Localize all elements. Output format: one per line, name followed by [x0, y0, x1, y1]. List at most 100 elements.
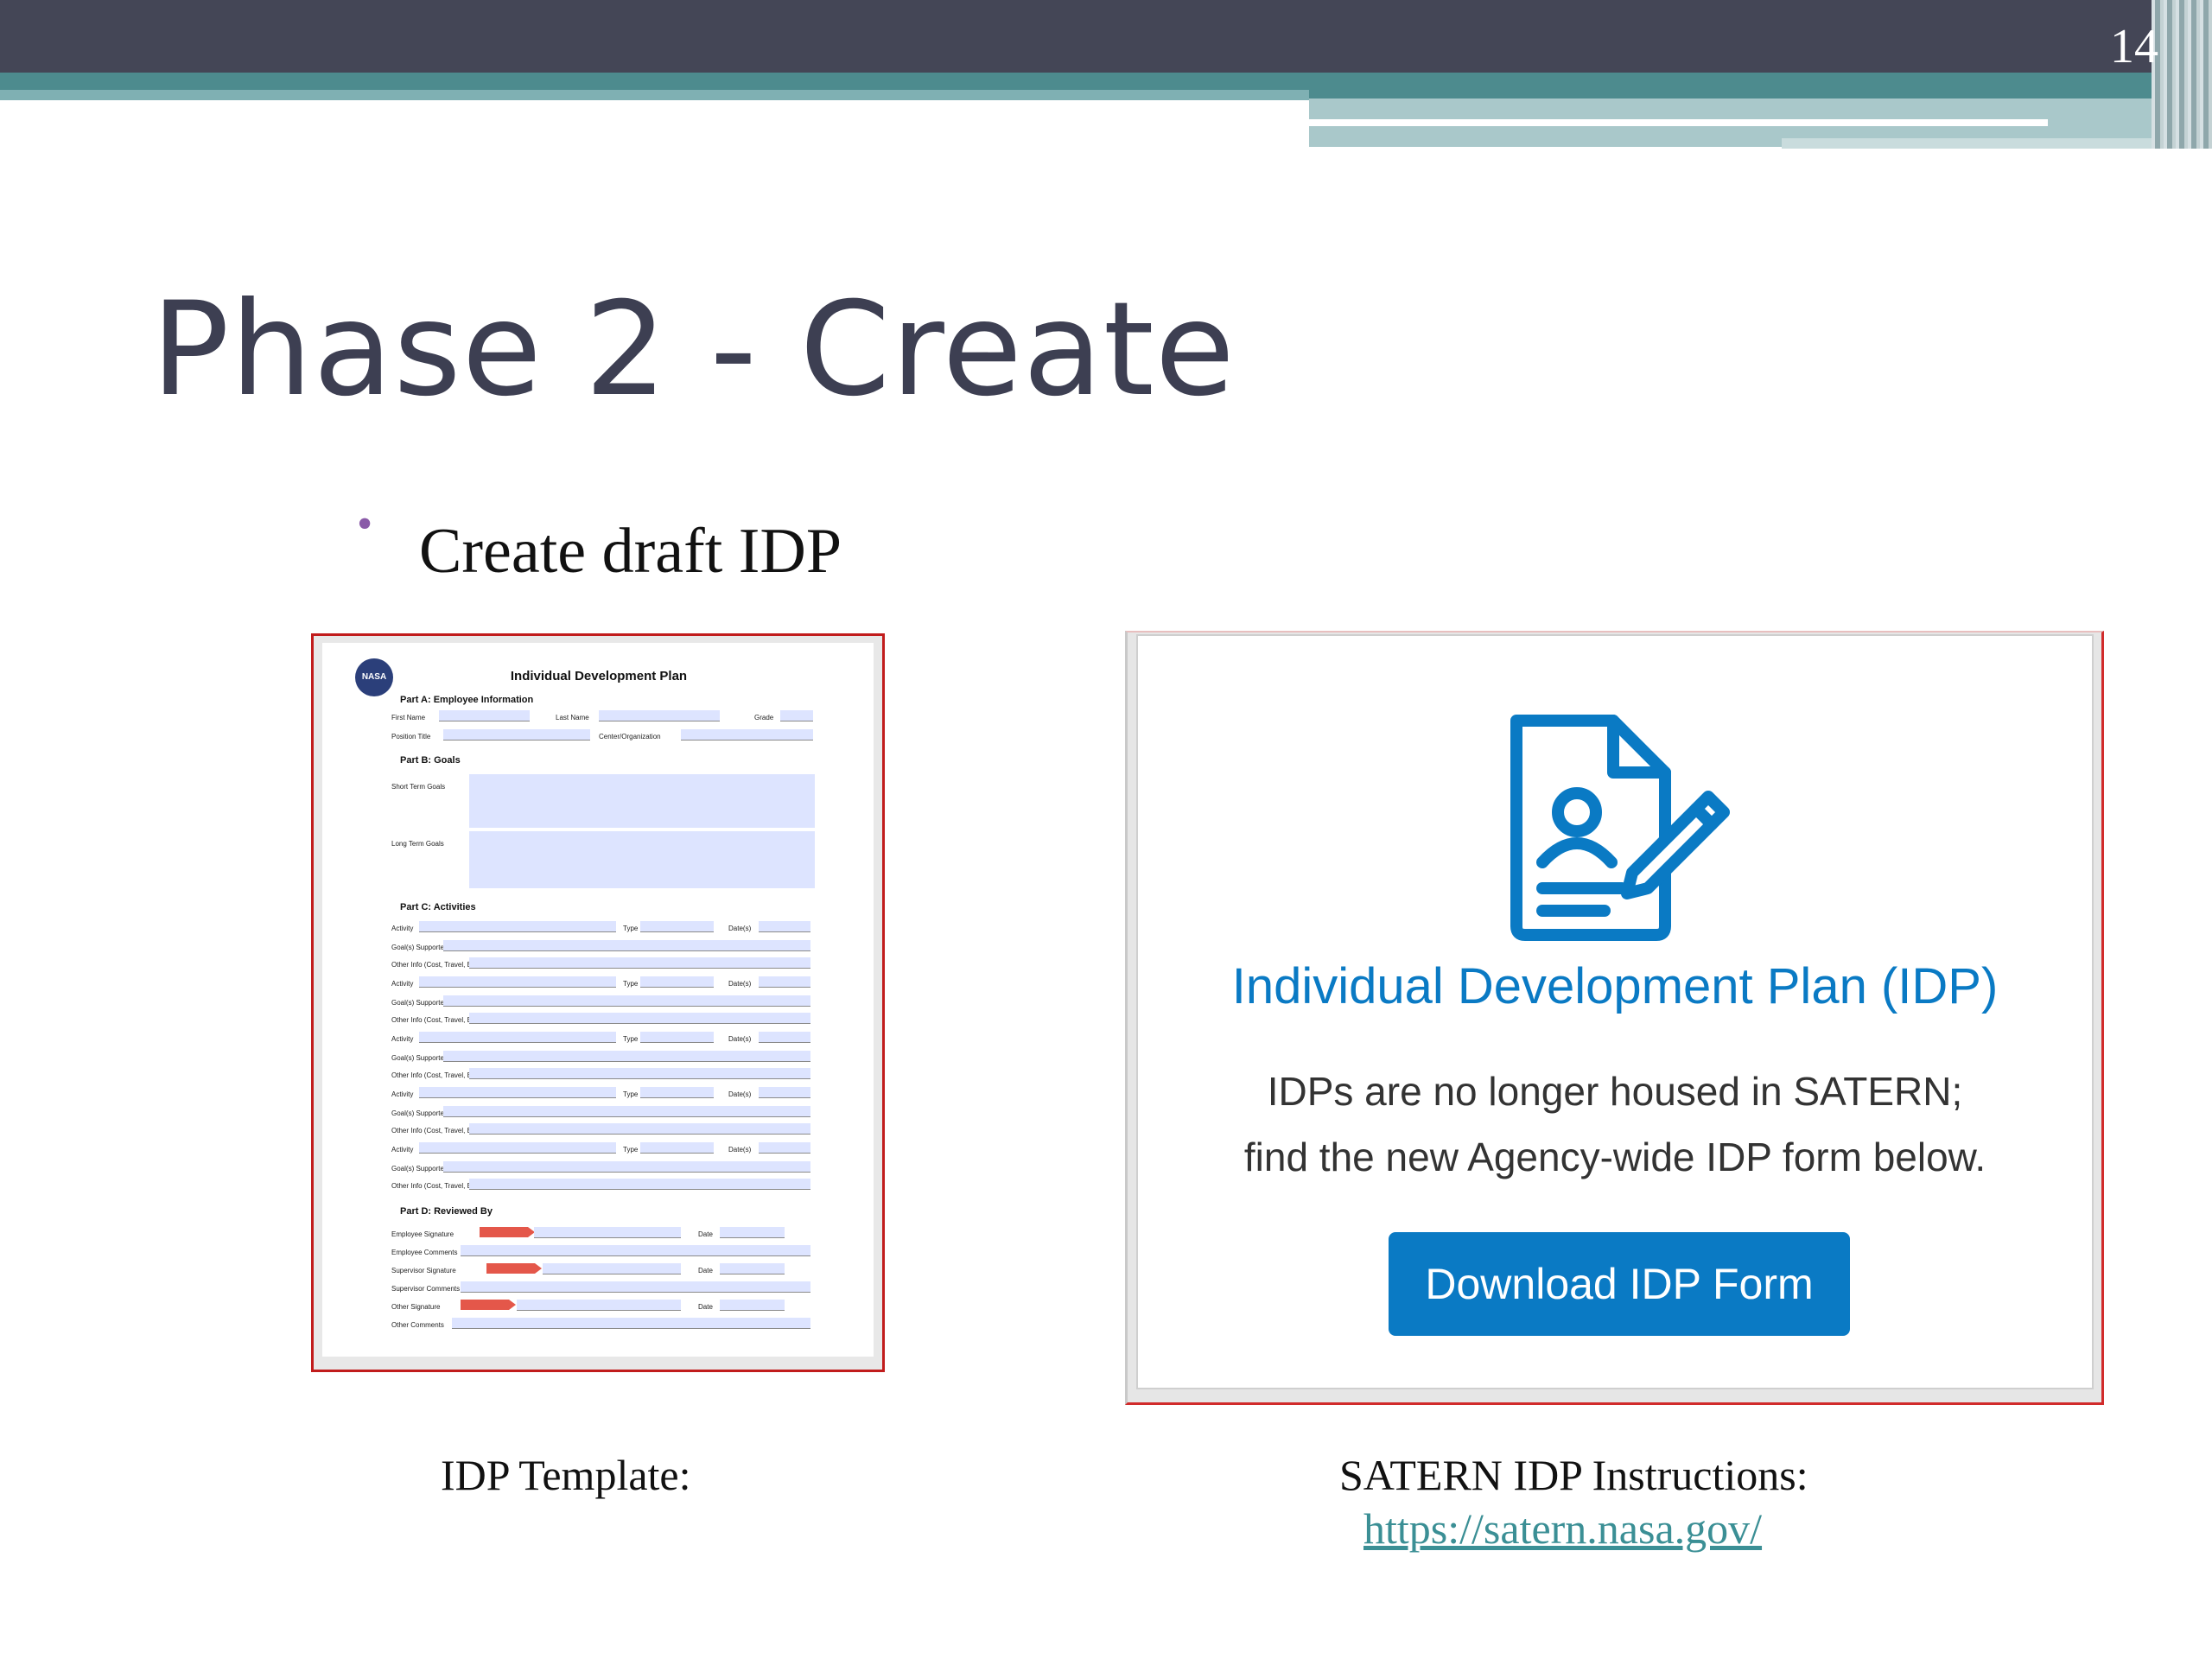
form-label: Center/Organization — [599, 733, 661, 741]
form-label: Position Title — [391, 733, 431, 741]
form-label: Activity — [391, 980, 414, 988]
form-label: Other Info (Cost, Travel, Etc) — [391, 961, 480, 969]
header-dark-band — [0, 0, 2212, 73]
sign-here-icon — [486, 1263, 542, 1274]
form-field — [720, 1263, 785, 1274]
form-label: Type — [623, 1035, 639, 1043]
header-right-line — [1309, 119, 2048, 126]
form-field — [780, 710, 813, 721]
idp-heading: Individual Development Plan (IDP) — [1231, 958, 1999, 1014]
idp-notice-line-1: IDPs are no longer housed in SATERN; — [1267, 1069, 1963, 1114]
form-label: Employee Comments — [391, 1249, 458, 1256]
form-field — [439, 710, 530, 721]
form-label: Goal(s) Supported — [391, 1109, 448, 1117]
form-field — [640, 976, 714, 988]
form-label: Other Info (Cost, Travel, Etc) — [391, 1016, 480, 1024]
form-field — [419, 1032, 616, 1043]
download-idp-form-button[interactable]: Download IDP Form — [1389, 1232, 1850, 1336]
form-field — [469, 1068, 810, 1079]
idp-template-image: NASA Individual Development Plan Part A:… — [311, 633, 885, 1372]
form-label: Other Info (Cost, Travel, Etc) — [391, 1182, 480, 1190]
satern-instructions-caption: SATERN IDP Instructions: — [1339, 1451, 1808, 1499]
form-label: Last Name — [556, 714, 589, 721]
idp-notice-line-2: find the new Agency-wide IDP form below. — [1243, 1135, 1986, 1179]
form-label: Date(s) — [728, 1090, 752, 1098]
form-field — [461, 1281, 810, 1293]
form-field — [640, 1087, 714, 1098]
form-label: Date(s) — [728, 1146, 752, 1154]
form-label: Supervisor Signature — [391, 1267, 456, 1274]
form-label: Type — [623, 925, 639, 932]
form-label: Date — [698, 1267, 713, 1274]
form-label: Other Comments — [391, 1321, 444, 1329]
form-label: Activity — [391, 1035, 414, 1043]
form-field — [443, 1051, 810, 1062]
document-user-pencil-icon — [1510, 715, 1730, 941]
nasa-logo-icon: NASA — [355, 658, 393, 696]
bullet-icon: • — [357, 499, 373, 549]
sign-here-icon — [461, 1300, 516, 1310]
form-label: Goal(s) Supported — [391, 1054, 448, 1062]
satern-screenshot: Individual Development Plan (IDP) IDPs a… — [1125, 631, 2104, 1405]
form-label: Other Info (Cost, Travel, Etc) — [391, 1071, 480, 1079]
form-field — [469, 957, 810, 969]
header-teal-light-band — [0, 90, 1309, 100]
form-label: Date(s) — [728, 925, 752, 932]
form-label: Activity — [391, 1090, 414, 1098]
sign-here-icon — [480, 1227, 535, 1237]
form-label: Type — [623, 1090, 639, 1098]
form-field — [419, 921, 616, 932]
header-stripes — [2152, 0, 2212, 149]
form-field — [640, 1142, 714, 1154]
form-label: Type — [623, 980, 639, 988]
form-field — [640, 1032, 714, 1043]
form-label: Goal(s) Supported — [391, 999, 448, 1007]
form-field — [469, 1013, 810, 1024]
form-label: Short Term Goals — [391, 783, 446, 791]
form-label: Date(s) — [728, 980, 752, 988]
form-field — [543, 1263, 681, 1274]
form-field — [640, 921, 714, 932]
form-field — [443, 729, 590, 741]
form-part-d: Part D: Reviewed By — [400, 1206, 493, 1217]
form-field — [534, 1227, 681, 1238]
idp-template-page: NASA Individual Development Plan Part A:… — [322, 643, 874, 1357]
form-field — [419, 1087, 616, 1098]
form-label: Date — [698, 1230, 713, 1238]
form-field — [469, 1179, 810, 1190]
form-label: Activity — [391, 925, 414, 932]
form-label: Employee Signature — [391, 1230, 454, 1238]
form-title: Individual Development Plan — [510, 669, 688, 683]
satern-card: Individual Development Plan (IDP) IDPs a… — [1136, 634, 2094, 1389]
form-part-c: Part C: Activities — [400, 902, 476, 912]
form-field — [419, 976, 616, 988]
form-label: Other Info (Cost, Travel, Etc) — [391, 1127, 480, 1135]
header-right-band-lower — [1782, 138, 2212, 149]
form-part-b: Part B: Goals — [400, 755, 461, 766]
form-field — [443, 1106, 810, 1117]
form-label: Date(s) — [728, 1035, 752, 1043]
form-label: Supervisor Comments — [391, 1285, 461, 1293]
form-part-a: Part A: Employee Information — [400, 695, 534, 705]
form-field — [720, 1300, 785, 1311]
form-field — [759, 976, 810, 988]
form-textbox — [469, 774, 815, 828]
form-field — [443, 995, 810, 1007]
form-field — [759, 1032, 810, 1043]
form-label: Date — [698, 1303, 713, 1311]
form-field — [599, 710, 720, 721]
form-field — [759, 1142, 810, 1154]
form-field — [419, 1142, 616, 1154]
form-label: Long Term Goals — [391, 840, 444, 848]
form-label: Other Signature — [391, 1303, 441, 1311]
form-field — [681, 729, 813, 741]
form-field — [452, 1318, 810, 1329]
form-label: Grade — [754, 714, 774, 721]
satern-link[interactable]: https://satern.nasa.gov/ — [1363, 1503, 1762, 1554]
form-field — [461, 1245, 810, 1256]
form-field — [443, 940, 810, 951]
slide-title: Phase 2 - Create — [151, 275, 1236, 425]
bullet-text: Create draft IDP — [419, 516, 842, 587]
form-field — [759, 921, 810, 932]
form-label: Goal(s) Supported — [391, 1165, 448, 1173]
